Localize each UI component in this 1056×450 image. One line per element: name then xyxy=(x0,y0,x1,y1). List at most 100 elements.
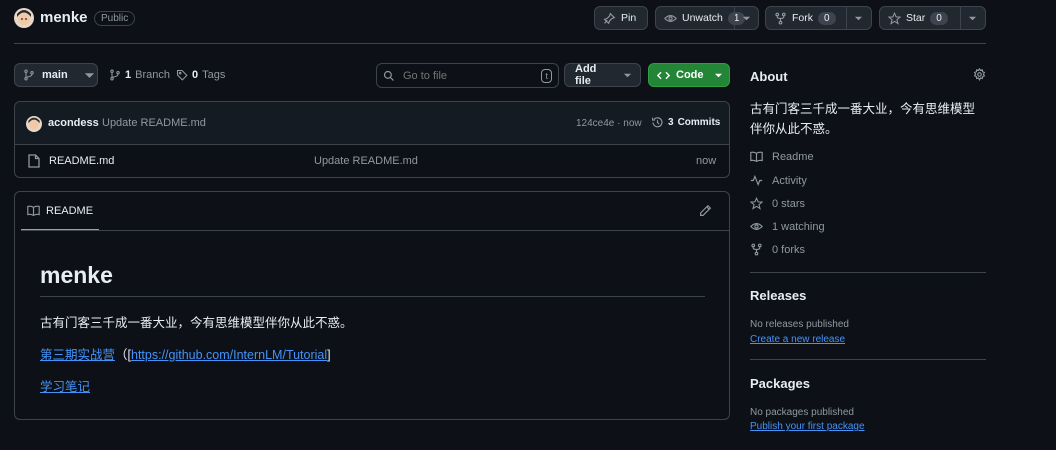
sidebar-item-activity[interactable]: Activity xyxy=(750,174,807,187)
eye-icon xyxy=(750,220,763,233)
eye-icon xyxy=(664,12,677,25)
fork-icon xyxy=(774,12,787,25)
branch-name: main xyxy=(42,69,68,81)
readme-tab-label: README xyxy=(46,204,94,217)
chevron-down-icon xyxy=(742,14,751,23)
readme-header-divider xyxy=(21,230,729,231)
author-avatar[interactable] xyxy=(26,116,42,132)
branch-count: 1 xyxy=(125,69,132,81)
chevron-down-icon xyxy=(968,14,977,23)
readme-panel: README menke 古有门客三千成一番大业，今有思维模型伴你从此不惑。 第… xyxy=(14,191,730,420)
sidebar-item-label: 1 watching xyxy=(772,220,825,233)
git-branch-icon xyxy=(109,69,121,81)
commits-link[interactable]: 3 Commits xyxy=(651,116,720,129)
fork-count: 0 xyxy=(818,11,836,25)
sidebar-item-readme[interactable]: Readme xyxy=(750,150,814,163)
packages-empty-text: No packages published xyxy=(750,407,854,418)
book-icon xyxy=(750,150,763,163)
book-icon xyxy=(27,204,40,217)
chevron-down-icon xyxy=(714,71,723,80)
sidebar-item-label: 0 forks xyxy=(772,243,806,256)
file-time: now xyxy=(696,155,717,167)
chevron-down-icon xyxy=(854,14,863,23)
table-row[interactable]: README.md Update README.md now xyxy=(15,145,729,177)
releases-heading[interactable]: Releases xyxy=(750,288,806,303)
pin-button[interactable]: Pin xyxy=(594,6,648,30)
pin-icon xyxy=(603,12,616,25)
chevron-down-icon xyxy=(623,71,632,80)
repo-name[interactable]: menke xyxy=(40,9,88,26)
tag-word: Tags xyxy=(202,69,226,81)
branch-word: Branch xyxy=(135,69,170,81)
pencil-icon[interactable] xyxy=(699,204,712,217)
sidebar-item-label: Activity xyxy=(772,174,807,187)
packages-heading[interactable]: Packages xyxy=(750,376,810,391)
file-commit-message[interactable]: Update README.md xyxy=(314,155,418,167)
about-heading: About xyxy=(750,69,788,84)
sidebar-item-stars[interactable]: 0 stars xyxy=(750,197,805,210)
readme-link-line: 第三期实战营（[https://github.com/InternLM/Tuto… xyxy=(40,344,331,363)
keyboard-shortcut-badge: t xyxy=(541,68,552,83)
commit-author[interactable]: acondess xyxy=(48,117,99,129)
link-prefix: （[ xyxy=(115,348,131,362)
code-button[interactable]: Code xyxy=(648,63,730,87)
readme-title-divider xyxy=(40,296,705,297)
gear-icon[interactable] xyxy=(973,68,986,81)
owner-avatar[interactable] xyxy=(14,8,34,28)
fork-icon xyxy=(750,243,763,256)
unwatch-dropdown[interactable] xyxy=(734,7,758,29)
code-label: Code xyxy=(676,69,704,81)
fork-button[interactable]: Fork 0 xyxy=(765,6,872,30)
releases-empty-text: No releases published xyxy=(750,319,849,330)
tags-link[interactable]: 0 Tags xyxy=(176,69,225,81)
bootcamp-link[interactable]: 第三期实战营 xyxy=(40,348,115,362)
tag-count: 0 xyxy=(192,69,199,81)
star-icon xyxy=(888,11,901,25)
star-dropdown[interactable] xyxy=(959,7,985,29)
file-icon xyxy=(28,154,40,168)
tutorial-url-link[interactable]: https://github.com/InternLM/Tutorial xyxy=(131,348,327,362)
star-count: 0 xyxy=(930,11,948,25)
history-icon xyxy=(651,116,664,129)
search-icon xyxy=(383,70,395,82)
readme-tab[interactable]: README xyxy=(21,192,99,231)
notes-link[interactable]: 学习笔记 xyxy=(40,376,90,395)
file-name[interactable]: README.md xyxy=(49,155,114,167)
chevron-down-icon xyxy=(84,71,94,80)
about-description: 古有门客三千成一番大业，今有思维模型伴你从此不惑。 xyxy=(750,102,976,136)
latest-commit-bar: acondess Update README.md 124ce4e · now … xyxy=(15,102,729,145)
readme-paragraph: 古有门客三千成一番大业，今有思维模型伴你从此不惑。 xyxy=(40,316,353,330)
unwatch-button[interactable]: Unwatch 1 xyxy=(655,6,759,30)
sidebar-item-watching[interactable]: 1 watching xyxy=(750,220,825,233)
fork-label: Fork xyxy=(792,12,813,24)
star-button[interactable]: Star 0 xyxy=(879,6,986,30)
file-browser: acondess Update README.md 124ce4e · now … xyxy=(14,101,730,178)
commits-count: 3 xyxy=(668,117,674,128)
link-suffix: ] xyxy=(327,348,331,362)
branches-link[interactable]: 1 Branch xyxy=(109,69,170,81)
fork-dropdown[interactable] xyxy=(845,7,871,29)
add-file-label: Add file xyxy=(575,63,597,87)
readme-title: menke xyxy=(40,262,113,288)
create-release-link[interactable]: Create a new release xyxy=(750,334,845,345)
publish-package-link[interactable]: Publish your first package xyxy=(750,421,865,432)
header-divider xyxy=(14,43,986,44)
star-label: Star xyxy=(906,12,926,24)
sidebar-item-label: 0 stars xyxy=(772,197,806,210)
add-file-button[interactable]: Add file xyxy=(564,63,641,87)
commit-message[interactable]: Update README.md xyxy=(102,117,206,129)
search-input[interactable] xyxy=(403,69,534,82)
unwatch-label: Unwatch xyxy=(682,12,723,24)
sidebar-divider xyxy=(750,359,986,360)
sidebar-item-label: Readme xyxy=(772,150,814,163)
sidebar-item-forks[interactable]: 0 forks xyxy=(750,243,805,256)
visibility-badge: Public xyxy=(94,11,136,26)
sidebar-divider xyxy=(750,272,986,273)
commits-word: Commits xyxy=(677,117,721,128)
branch-selector[interactable]: main xyxy=(14,63,98,87)
go-to-file-search[interactable]: t xyxy=(376,63,559,88)
code-icon xyxy=(657,69,670,82)
tag-icon xyxy=(176,69,188,81)
git-branch-icon xyxy=(23,69,35,81)
commit-hash-time[interactable]: 124ce4e · now xyxy=(576,118,642,129)
